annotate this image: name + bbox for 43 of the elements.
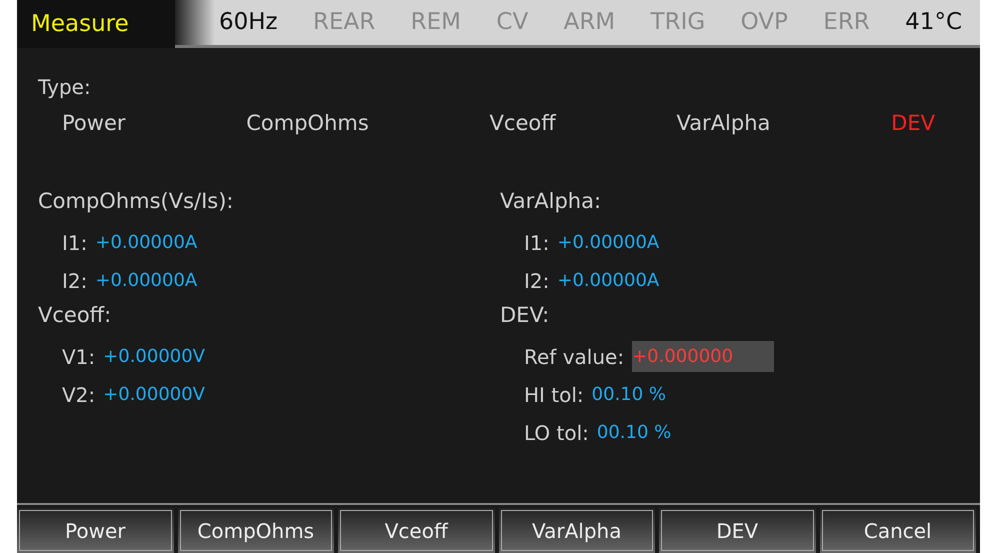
field-value: +0.00000A [95, 231, 198, 255]
softkey-button[interactable]: Power [17, 508, 174, 553]
softkey-button[interactable]: Vceoff [338, 508, 494, 553]
type-option[interactable]: Power [62, 108, 126, 140]
field-label: HI tol: [524, 382, 584, 408]
field-label: V2: [62, 382, 96, 408]
status-indicator: REM [410, 8, 462, 37]
section-title: DEV: [500, 302, 550, 326]
status-indicator: REAR [313, 8, 376, 37]
type-option[interactable]: CompOhms [246, 108, 369, 140]
field-label: Ref value: [524, 344, 624, 370]
softkey-button[interactable]: CompOhms [178, 508, 334, 553]
field-label: I2: [524, 268, 550, 294]
status-indicator: TRIG [650, 8, 706, 37]
status-indicator: 41°C [905, 8, 962, 37]
field-value: +0.00000A [95, 269, 198, 293]
field-value: +0.00000A [557, 231, 660, 255]
section-title: CompOhms(Vs/Is): [38, 188, 234, 212]
field-value: +0.00000V [103, 345, 205, 369]
softkey-button[interactable]: VarAlpha [498, 508, 655, 553]
type-option[interactable]: DEV [891, 108, 935, 140]
field-label: I1: [524, 230, 550, 256]
field-value: +0.00000A [557, 269, 660, 293]
type-option[interactable]: Vceoff [490, 108, 556, 140]
field-label: I1: [62, 230, 88, 256]
status-indicator: ERR [823, 8, 870, 37]
status-indicator: ARM [564, 8, 616, 37]
status-indicator: 60Hz [219, 8, 278, 37]
field-label: I2: [62, 268, 88, 294]
status-indicator: CV [496, 8, 528, 37]
field-label: LO tol: [524, 420, 589, 446]
mode-title: Measure [17, 0, 175, 48]
field-label: V1: [62, 344, 96, 370]
type-label: Type: [38, 75, 91, 99]
field-value: 00.10 % [592, 383, 666, 407]
section-title: VarAlpha: [500, 188, 602, 212]
section-title: Vceoff: [38, 302, 112, 326]
field-value: +0.00000V [103, 383, 205, 407]
status-indicator: OVP [740, 8, 788, 37]
softkey-button[interactable]: Cancel [820, 508, 976, 553]
field-value: 00.10 % [596, 421, 672, 445]
type-option[interactable]: VarAlpha [676, 108, 770, 140]
softkey-button[interactable]: DEV [659, 508, 816, 553]
